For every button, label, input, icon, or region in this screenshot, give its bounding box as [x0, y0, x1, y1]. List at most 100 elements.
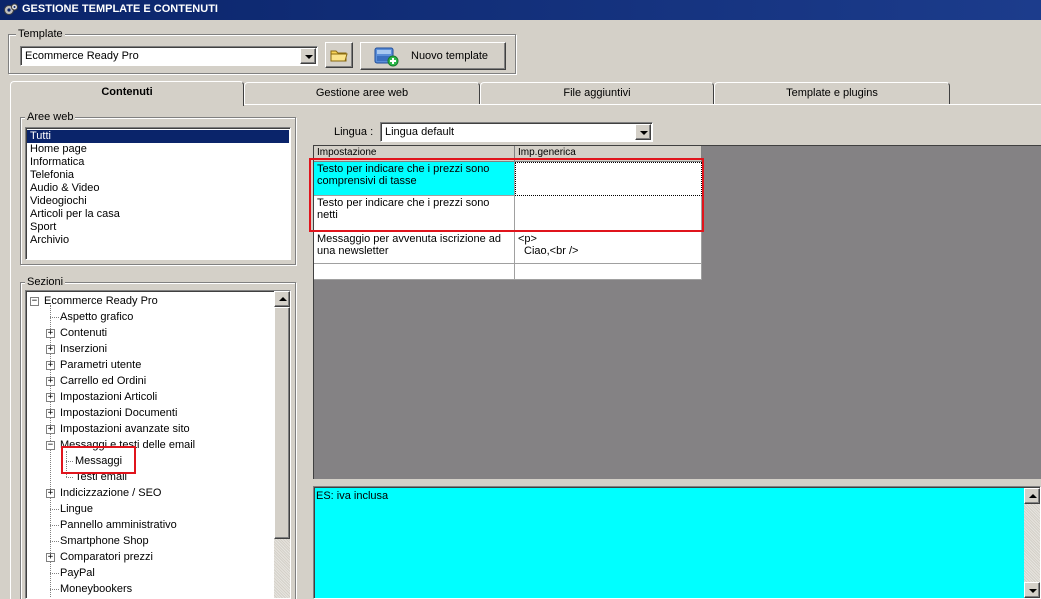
column-header-impostazione[interactable]: Impostazione [314, 146, 515, 162]
window-title: GESTIONE TEMPLATE E CONTENUTI [22, 3, 218, 15]
list-item[interactable]: Archivio [27, 234, 289, 247]
tree-node-label: Moneybookers [60, 583, 133, 595]
tab-contenuti[interactable]: Contenuti [10, 81, 244, 106]
tab-template-plugins[interactable]: Template e plugins [714, 82, 950, 104]
template-dropdown-button[interactable] [300, 48, 316, 64]
open-folder-button[interactable] [325, 42, 353, 68]
table-row-setting[interactable]: Testo per indicare che i prezzi sono com… [314, 162, 515, 196]
expand-icon[interactable]: + [46, 425, 55, 434]
expand-icon[interactable]: + [46, 377, 55, 386]
tree-node-label: Pannello amministrativo [60, 519, 177, 531]
scrollbar-thumb[interactable] [274, 307, 290, 539]
tree-connector [50, 317, 59, 318]
table-row-setting[interactable]: Testo per indicare che i prezzi sono net… [314, 196, 515, 232]
sezioni-group-label: Sezioni [25, 276, 66, 288]
expand-icon[interactable]: + [46, 345, 55, 354]
tree-node-label: Contenuti [60, 327, 108, 339]
new-template-label: Nuovo template [411, 50, 489, 62]
lingua-label: Lingua : [334, 126, 374, 138]
tree-connector [50, 509, 59, 510]
table-row-value[interactable] [515, 196, 702, 232]
table-row-value[interactable] [515, 162, 702, 196]
column-header-imp-generica[interactable]: Imp.generica [515, 146, 702, 162]
sezioni-tree[interactable]: − Ecommerce Ready Pro Aspetto grafico + Co… [25, 290, 291, 599]
template-select[interactable]: Ecommerce Ready Pro [20, 46, 318, 66]
expand-icon[interactable]: + [46, 361, 55, 370]
new-template-button[interactable]: Nuovo template [360, 42, 506, 70]
expand-icon[interactable]: + [46, 393, 55, 402]
tree-node-label: Parametri utente [60, 359, 142, 371]
scroll-up-button[interactable] [1024, 488, 1040, 504]
tree-node-label: Inserzioni [60, 343, 108, 355]
cell-text: Testo per indicare che i prezzi sono com… [317, 163, 490, 187]
new-template-icon [374, 47, 399, 67]
tab-file-aggiuntivi-label: File aggiuntivi [563, 87, 631, 99]
tab-template-plugins-label: Template e plugins [786, 87, 878, 99]
column-header-label: Imp.generica [518, 147, 576, 158]
expand-icon[interactable]: + [46, 489, 55, 498]
gear-app-icon [3, 2, 19, 18]
tree-scrollbar[interactable] [274, 291, 290, 598]
cell-text: Messaggio per avvenuta iscrizione ad una… [317, 233, 502, 257]
expand-icon[interactable]: + [46, 553, 55, 562]
settings-grid: Impostazione Imp.generica Testo per indi… [313, 145, 1041, 479]
list-item[interactable]: Telefonia [27, 169, 289, 182]
cell-text: Testo per indicare che i prezzi sono net… [317, 197, 490, 221]
list-item[interactable]: Videogiochi [27, 195, 289, 208]
tree-node-label: Indicizzazione / SEO [60, 487, 162, 499]
tree-node-label: Impostazioni Articoli [60, 391, 158, 403]
table-row-setting[interactable]: Messaggio per avvenuta iscrizione ad una… [314, 232, 515, 264]
tree-node-label: Messaggi e testi delle email [60, 439, 196, 451]
tree-node-label: Aspetto grafico [60, 311, 134, 323]
tree-node-label: Comparatori prezzi [60, 551, 153, 563]
tree-node-label: Ecommerce Ready Pro [44, 295, 158, 307]
tree-connector [50, 573, 59, 574]
tab-file-aggiuntivi[interactable]: File aggiuntivi [480, 82, 714, 104]
tree-connector [50, 589, 59, 590]
template-group-label: Template [16, 28, 65, 40]
tree-node-label: PayPal [60, 567, 95, 579]
editor-text: ES: iva inclusa [316, 490, 389, 502]
lingua-dropdown-button[interactable] [635, 124, 651, 140]
list-item[interactable]: Informatica [27, 156, 289, 169]
collapse-icon[interactable]: − [30, 297, 39, 306]
list-item[interactable]: Audio & Video [27, 182, 289, 195]
tree-node-label: Impostazioni Documenti [60, 407, 178, 419]
table-row-value[interactable]: <p> Ciao,<br /> [515, 232, 702, 264]
folder-icon [330, 50, 348, 62]
lingua-select[interactable]: Lingua default [380, 122, 653, 142]
cell-text: Ciao,<br /> [524, 245, 579, 257]
tab-contenuti-label: Contenuti [101, 86, 153, 98]
tree-node-label: Impostazioni avanzate sito [60, 423, 190, 435]
collapse-icon[interactable]: − [46, 441, 55, 450]
expand-icon[interactable]: + [46, 409, 55, 418]
tree-node-label: Smartphone Shop [60, 535, 149, 547]
tree-connector [50, 541, 59, 542]
tab-gestione-aree-web[interactable]: Gestione aree web [244, 82, 480, 104]
title-bar: GESTIONE TEMPLATE E CONTENUTI [0, 0, 1041, 20]
tab-gestione-aree-web-label: Gestione aree web [315, 87, 409, 99]
tree-node-label: Testi email [75, 471, 127, 483]
tree-connector [50, 525, 59, 526]
scroll-up-button[interactable] [274, 291, 290, 307]
list-item[interactable]: Home page [27, 143, 289, 156]
column-header-label: Impostazione [317, 147, 377, 158]
aree-web-group-label: Aree web [25, 111, 76, 123]
list-item[interactable]: Tutti [27, 130, 289, 143]
tree-node-label: Messaggi [75, 455, 123, 467]
tree-guide-line [66, 451, 67, 477]
editor-scrollbar[interactable] [1024, 488, 1040, 598]
cell-text: <p> [518, 233, 537, 245]
scroll-down-button[interactable] [1024, 582, 1040, 598]
tree-node-label: Lingue [60, 503, 94, 515]
table-row-setting[interactable] [314, 264, 515, 280]
list-item[interactable]: Sport [27, 221, 289, 234]
content-editor[interactable]: ES: iva inclusa [313, 486, 1041, 599]
expand-icon[interactable]: + [46, 329, 55, 338]
list-item[interactable]: Articoli per la casa [27, 208, 289, 221]
tree-node-label: Carrello ed Ordini [60, 375, 147, 387]
lingua-select-value: Lingua default [385, 126, 455, 138]
template-select-value: Ecommerce Ready Pro [25, 50, 139, 62]
table-row-value[interactable] [515, 264, 702, 280]
aree-web-list[interactable]: Tutti Home page Informatica Telefonia Au… [25, 127, 291, 260]
